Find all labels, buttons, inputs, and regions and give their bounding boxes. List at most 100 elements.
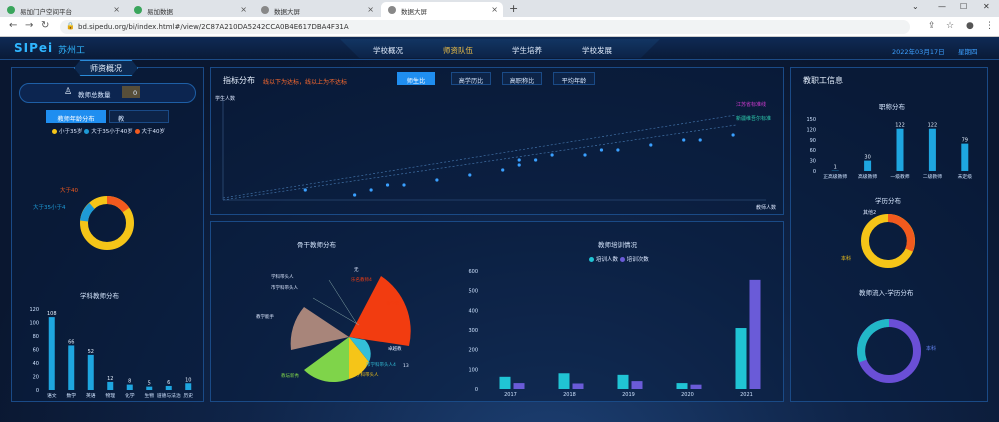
legend-dot	[84, 129, 90, 134]
dashboard: SIPei 苏州工 学校概况 师资队伍 学生培养 学校发展 2022年03月17…	[0, 37, 999, 422]
tab-age-distribution[interactable]: 教师年龄分布	[46, 110, 106, 123]
donut-label: 大于40	[60, 188, 78, 194]
bar	[48, 317, 55, 390]
data-point	[599, 148, 604, 152]
close-icon[interactable]: ×	[113, 5, 120, 14]
tab-title: 易加门户空间平台	[20, 8, 72, 16]
maximize-icon[interactable]: ☐	[960, 2, 967, 11]
tab-teacher-student-ratio[interactable]: 师生比	[397, 72, 435, 85]
category-label: 一级教师	[890, 173, 909, 180]
slice-35-40	[80, 202, 95, 222]
globe-icon	[388, 6, 396, 14]
forward-icon[interactable]: →	[25, 20, 33, 31]
tab-average-age[interactable]: 平均年龄	[553, 72, 595, 85]
tick-label: 30	[810, 159, 816, 165]
nav-teachers[interactable]: 师资队伍	[443, 45, 473, 56]
tick-label: 40	[33, 361, 39, 367]
bar	[617, 374, 629, 389]
bar	[146, 386, 153, 390]
nav-development[interactable]: 学校发展	[582, 45, 612, 56]
data-label: 52	[88, 349, 94, 355]
legend-dot	[52, 129, 57, 134]
star-icon[interactable]: ☆	[946, 21, 954, 31]
indicator-hint: 线以下为达标，线以上为不达标	[263, 79, 348, 86]
tick-label: 60	[33, 348, 39, 354]
menu-icon[interactable]: ⋮	[985, 21, 994, 31]
rose-label: 教坛新秀	[281, 374, 299, 379]
data-label: 79	[962, 138, 968, 144]
bar	[68, 345, 75, 390]
legend-label: 小于35岁	[59, 129, 83, 135]
panel-title: 师资概况	[90, 64, 122, 73]
tick-label: 120	[806, 127, 816, 133]
browser-tab-active[interactable]: 数据大屏 ×	[381, 2, 503, 17]
subject-bar-chart: 0 20 40 60 80 100 120 108 语文 66 数学 52 英语 12 物理 8 化学 5 生物 6 道…	[29, 307, 193, 399]
standard-line	[222, 114, 737, 199]
bar	[631, 381, 643, 389]
tab-title: 数据大屏	[274, 8, 300, 16]
user-icon: ♙	[64, 87, 73, 97]
bar	[185, 383, 192, 390]
rose-label: 13	[403, 364, 409, 369]
ratio-scatter-chart	[222, 100, 766, 201]
tab-high-education[interactable]: 高学历比	[451, 72, 491, 85]
nav-school-overview[interactable]: 学校概况	[373, 45, 403, 56]
app-icon	[134, 6, 142, 14]
bar	[558, 373, 570, 389]
tick-label: 150	[806, 117, 816, 123]
bar	[961, 143, 969, 171]
bar	[499, 376, 511, 389]
donut-label: 本科	[841, 256, 852, 262]
bar	[572, 383, 584, 389]
category-label: 化学	[125, 392, 135, 399]
data-point	[435, 178, 439, 182]
data-point	[501, 168, 505, 172]
rose-label: 无	[354, 268, 359, 273]
profile-icon[interactable]: ●	[966, 21, 974, 31]
data-label: 8	[128, 379, 131, 385]
slice-over-40	[106, 195, 130, 213]
share-icon[interactable]: ⇪	[928, 21, 936, 31]
training-bar-chart: 0 100 200 300 400 500 600 2017 2018 2019 2020 2021	[468, 269, 761, 398]
address-bar-row: ← → ↻ 🔒 bd.sipedu.org/bi/index.html#/view…	[0, 17, 999, 37]
bar	[864, 160, 872, 171]
tab-title: 易加数据	[147, 8, 173, 16]
browser-tab[interactable]: 数据大屏 ×	[254, 2, 379, 17]
rank-title: 职称分布	[879, 103, 905, 111]
region-name: 苏州工	[58, 46, 86, 56]
url-field[interactable]: 🔒 bd.sipedu.org/bi/index.html#/view/2C87A…	[60, 20, 910, 34]
category-label: 物理	[105, 392, 115, 399]
bar	[126, 384, 133, 390]
new-tab-button[interactable]: +	[509, 2, 518, 15]
chevron-down-icon[interactable]: ⌄	[912, 2, 919, 11]
category-label: 2020	[681, 392, 694, 398]
browser-tab[interactable]: 易加数据 ×	[127, 2, 252, 17]
close-window-icon[interactable]: ✕	[983, 2, 990, 11]
category-label: 道德与法治	[157, 392, 181, 399]
url-text: bd.sipedu.org/bi/index.html#/view/2C87A2…	[78, 23, 349, 31]
slice	[857, 319, 890, 363]
data-label: 5	[148, 381, 151, 387]
backbone-title: 骨干教师分布	[297, 241, 336, 249]
rose-label: 教学能手	[256, 315, 274, 320]
rose-label: 市学科带头人	[271, 286, 298, 291]
close-icon[interactable]: ×	[491, 5, 498, 14]
tick-label: 600	[468, 269, 478, 275]
legend-dot	[589, 257, 594, 262]
data-point	[517, 158, 521, 162]
blurred-value	[122, 86, 140, 98]
tab-other[interactable]: 教	[109, 110, 169, 123]
back-icon[interactable]: ←	[9, 20, 17, 31]
standard-line	[222, 124, 737, 201]
close-icon[interactable]: ×	[367, 5, 374, 14]
reload-icon[interactable]: ↻	[41, 20, 49, 31]
browser-tab[interactable]: 易加门户空间平台 ×	[0, 2, 125, 17]
staff-info-title: 教职工信息	[803, 76, 843, 85]
minimize-icon[interactable]: —	[938, 2, 946, 11]
close-icon[interactable]: ×	[240, 5, 247, 14]
nav-students[interactable]: 学生培养	[512, 45, 542, 56]
teacher-overview-panel: 师资概况 ♙ 教师总数量 0 教师年龄分布 教 小于35岁 大于35小于40岁 …	[11, 60, 204, 402]
legend-label: 培训人数	[596, 257, 619, 263]
tab-high-title[interactable]: 高职称比	[502, 72, 542, 85]
app-icon	[7, 6, 15, 14]
